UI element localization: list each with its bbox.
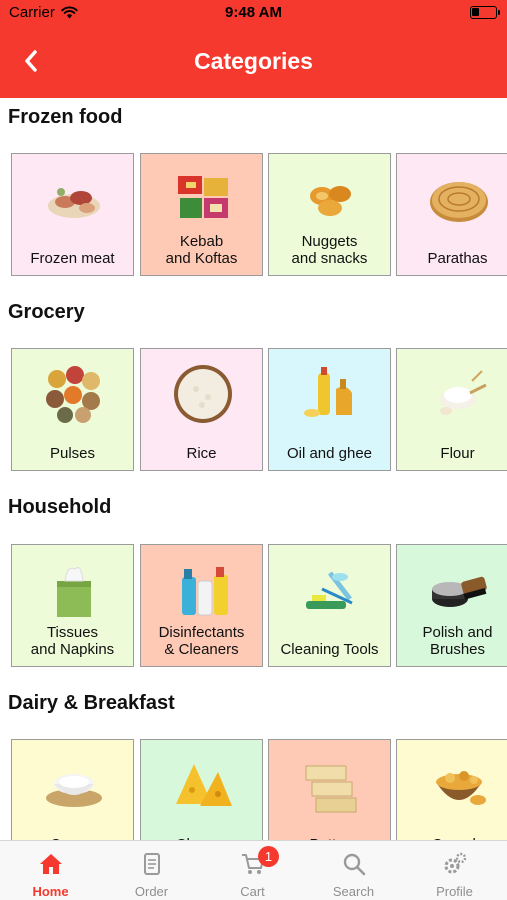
flour-icon [428, 363, 490, 425]
category-label: Parathas [427, 250, 488, 267]
cart-count-badge: 1 [258, 846, 279, 867]
category-label: Tissues and Napkins [30, 624, 115, 658]
tab-label: Home [32, 884, 69, 899]
category-tile[interactable]: Parathas [396, 153, 507, 276]
tab-label: Cart [240, 884, 265, 899]
paratha-icon [428, 168, 490, 230]
cleaner-bottles-icon [172, 559, 234, 621]
tab-label: Order [134, 884, 169, 899]
category-tile[interactable]: Nuggets and snacks [268, 153, 391, 276]
category-tile[interactable]: Cheese [140, 739, 263, 840]
status-bar: Carrier 9:48 AM [0, 0, 507, 26]
home-icon [38, 851, 64, 877]
page-title: Categories [194, 48, 313, 74]
cleaning-tools-icon [300, 559, 362, 621]
category-label: Nuggets and snacks [291, 233, 368, 267]
tab-order[interactable]: Order [101, 841, 202, 900]
category-tile[interactable]: Cleaning Tools [268, 544, 391, 667]
category-label: Disinfectants & Cleaners [158, 624, 245, 658]
category-tile[interactable]: Cream [11, 739, 134, 840]
category-label: Frozen meat [30, 250, 115, 267]
category-label: Kebab and Koftas [165, 233, 238, 267]
battery-icon [470, 6, 500, 19]
rice-icon [172, 363, 234, 425]
tab-bar: Home Order Cart 1 Search Profile [0, 840, 507, 900]
pulses-icon [43, 363, 105, 425]
category-label: Pulses [49, 445, 96, 462]
navigation-bar: Categories [0, 26, 507, 98]
tissue-box-icon [43, 559, 105, 621]
tab-cart[interactable]: Cart 1 [202, 841, 303, 900]
category-label: Polish and Brushes [422, 624, 493, 658]
oil-icon [300, 363, 362, 425]
category-list[interactable]: Frozen food Frozen meat Kebab and Koftas Nu… [0, 98, 507, 840]
category-tile[interactable]: Disinfectants & Cleaners [140, 544, 263, 667]
category-tile[interactable]: Cereals [396, 739, 507, 840]
tab-home[interactable]: Home [0, 841, 101, 900]
category-tile[interactable]: Frozen meat [11, 153, 134, 276]
kebab-icon [172, 168, 234, 230]
section-title: Household [8, 496, 112, 518]
cream-bowl-icon [43, 754, 105, 816]
category-tile[interactable]: Kebab and Koftas [140, 153, 263, 276]
section-title: Grocery [8, 301, 85, 323]
tab-label: Profile [436, 884, 473, 899]
category-label: Rice [186, 445, 217, 462]
nuggets-icon [300, 168, 362, 230]
tab-profile[interactable]: Profile [404, 841, 505, 900]
category-label: Flour [440, 445, 475, 462]
category-tile[interactable]: Oil and ghee [268, 348, 391, 471]
polish-brush-icon [428, 559, 490, 621]
battery-level [472, 8, 479, 16]
section-title: Dairy & Breakfast [8, 692, 175, 714]
section-title: Frozen food [8, 106, 123, 128]
tab-label: Search [332, 884, 375, 899]
category-tile[interactable]: Flour [396, 348, 507, 471]
cereal-bowl-icon [428, 754, 490, 816]
category-tile[interactable]: Tissues and Napkins [11, 544, 134, 667]
category-tile[interactable]: Butter [268, 739, 391, 840]
butter-icon [300, 754, 362, 816]
status-time: 9:48 AM [225, 4, 282, 21]
order-icon [139, 851, 165, 877]
cheese-icon [172, 754, 234, 816]
category-tile[interactable]: Rice [140, 348, 263, 471]
tab-search[interactable]: Search [303, 841, 404, 900]
gear-icon [442, 851, 468, 877]
category-label: Cleaning Tools [280, 641, 379, 658]
category-tile[interactable]: Polish and Brushes [396, 544, 507, 667]
category-tile[interactable]: Pulses [11, 348, 134, 471]
frozen-meat-icon [43, 168, 105, 230]
category-label: Oil and ghee [286, 445, 373, 462]
search-icon [341, 851, 367, 877]
